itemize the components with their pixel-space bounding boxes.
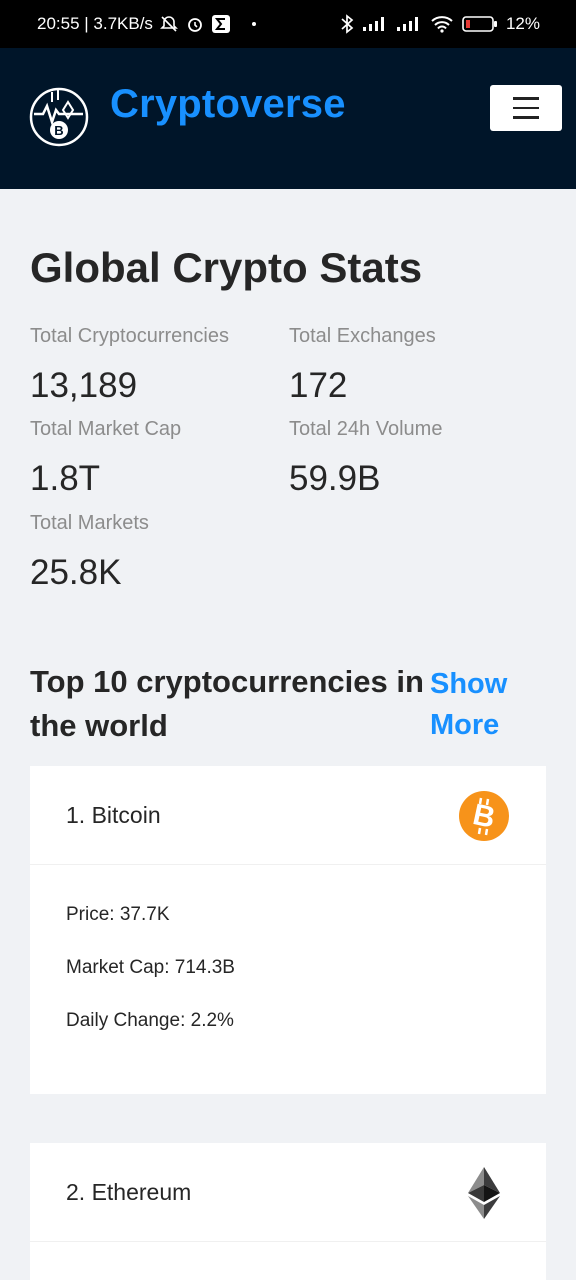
hamburger-icon-line bbox=[513, 116, 539, 119]
card-title: 1. Bitcoin bbox=[66, 802, 161, 828]
battery-icon bbox=[462, 15, 498, 33]
page-title: Global Crypto Stats bbox=[30, 244, 423, 291]
sigma-app-icon bbox=[211, 14, 231, 34]
status-time: 20:55 | 3.7KB/s bbox=[37, 14, 153, 33]
stat-value-total-exchanges: 172 bbox=[289, 366, 348, 405]
card-price: Price: 37.7K bbox=[66, 904, 170, 925]
wifi-icon bbox=[430, 15, 454, 33]
status-right: 12% bbox=[340, 14, 540, 34]
card-title: 2. Ethereum bbox=[66, 1179, 192, 1205]
status-left: 20:55 | 3.7KB/s bbox=[37, 14, 257, 34]
stat-value-total-market-cap: 1.8T bbox=[30, 459, 101, 498]
notifications-off-icon bbox=[159, 14, 179, 34]
alarm-icon bbox=[185, 14, 205, 34]
show-more-link[interactable]: Show More bbox=[430, 664, 540, 746]
brand-title[interactable]: Cryptoverse bbox=[110, 82, 346, 127]
bluetooth-icon bbox=[340, 14, 354, 34]
card-header: 1. Bitcoin B bbox=[30, 766, 546, 865]
card-market-cap: Market Cap: 714.3B bbox=[66, 957, 235, 978]
stat-label-total-markets: Total Markets bbox=[30, 512, 149, 534]
menu-button[interactable] bbox=[490, 85, 562, 131]
dot-icon bbox=[251, 21, 257, 27]
crypto-card-ethereum[interactable]: 2. Ethereum bbox=[30, 1143, 546, 1280]
card-header: 2. Ethereum bbox=[30, 1143, 546, 1242]
svg-text:B: B bbox=[54, 123, 63, 138]
stat-label-total-market-cap: Total Market Cap bbox=[30, 418, 182, 440]
stat-label-total-24h-volume: Total 24h Volume bbox=[289, 418, 443, 440]
stat-label-total-exchanges: Total Exchanges bbox=[289, 325, 436, 347]
cryptoverse-logo-icon[interactable]: B bbox=[28, 86, 90, 148]
crypto-card-bitcoin[interactable]: 1. Bitcoin B Price: 37.7K Market Cap: 71… bbox=[30, 766, 546, 1094]
stat-value-total-markets: 25.8K bbox=[30, 553, 122, 592]
battery-percent: 12% bbox=[505, 14, 540, 33]
navbar: B Cryptoverse bbox=[0, 48, 576, 189]
stat-label-total-cryptocurrencies: Total Cryptocurrencies bbox=[30, 325, 229, 347]
hamburger-icon-line bbox=[513, 97, 539, 100]
hamburger-icon-line bbox=[513, 106, 539, 110]
ethereum-icon bbox=[458, 1165, 510, 1219]
stat-value-total-cryptocurrencies: 13,189 bbox=[30, 366, 138, 405]
card-daily-change: Daily Change: 2.2% bbox=[66, 1010, 234, 1031]
signal-icon bbox=[362, 16, 388, 32]
bitcoin-icon: B bbox=[458, 790, 510, 842]
status-bar: 20:55 | 3.7KB/s 12% bbox=[0, 0, 576, 48]
signal-icon-2 bbox=[396, 16, 422, 32]
stat-value-total-24h-volume: 59.9B bbox=[289, 459, 381, 498]
top10-title: Top 10 cryptocurrencies in the world bbox=[30, 664, 424, 743]
